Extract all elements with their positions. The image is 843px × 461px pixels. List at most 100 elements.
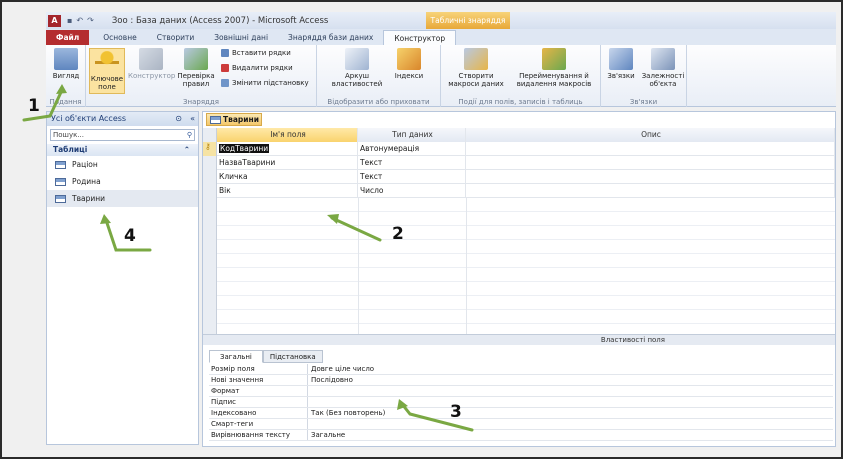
nav-group-label: Таблиці: [53, 145, 88, 154]
data-type-cell[interactable]: Текст: [358, 170, 466, 184]
callout-1: 1: [28, 96, 40, 116]
field-name-cell[interactable]: КодТварини: [217, 142, 358, 156]
tab-home[interactable]: Основне: [93, 30, 146, 45]
modify-lookups-button[interactable]: Змінити підстановку: [221, 79, 309, 87]
create-macros-icon: [464, 48, 488, 70]
undo-icon[interactable]: ↶: [76, 16, 83, 25]
access-app-icon[interactable]: A: [48, 14, 61, 27]
nav-item-ration[interactable]: Раціон: [47, 156, 198, 173]
group-relationships: Зв'язки Залежності об'єкта Зв'язки: [601, 45, 687, 107]
collapse-pane-icon[interactable]: «: [190, 112, 195, 126]
group-label-tools: Знаряддя: [183, 98, 219, 106]
property-value[interactable]: Довге ціле число: [308, 364, 374, 374]
property-row[interactable]: Розмір поля Довге ціле число: [209, 364, 833, 375]
collapse-group-icon[interactable]: ⌃: [184, 144, 190, 156]
contextual-tab-header: Табличні знаряддя: [426, 12, 510, 29]
primary-key-button[interactable]: Ключове поле: [89, 48, 125, 94]
row-selector[interactable]: [203, 184, 217, 198]
property-value[interactable]: Послідовно: [308, 375, 353, 385]
table-icon: [55, 177, 66, 186]
row-selector[interactable]: [203, 156, 217, 170]
property-sheet-button[interactable]: Аркуш властивостей: [331, 48, 383, 88]
nav-item-label: Тварини: [72, 194, 106, 203]
description-cell[interactable]: [466, 156, 835, 170]
description-cell[interactable]: [466, 142, 835, 156]
relationships-button[interactable]: Зв'язки: [603, 48, 639, 80]
property-row[interactable]: Смарт-теги: [209, 419, 833, 430]
window-title: Зоо : База даних (Access 2007) - Microso…: [111, 15, 329, 26]
group-label-views: Подання: [49, 98, 82, 106]
builder-button[interactable]: Конструктор: [128, 48, 175, 80]
table-row[interactable]: Вік Число: [203, 184, 835, 198]
insert-rows-button[interactable]: Вставити рядки: [221, 49, 291, 57]
navigation-pane: Усі об'єкти Access ⊙ « Пошук... ⚲ Таблиц…: [46, 111, 199, 445]
property-value[interactable]: [308, 386, 311, 396]
redo-icon[interactable]: ↷: [87, 16, 94, 25]
field-properties-title: Властивості поля: [203, 334, 835, 345]
nav-pane-header[interactable]: Усі об'єкти Access ⊙ «: [47, 112, 198, 126]
rename-macros-label: Перейменування й видалення макросів: [516, 72, 592, 88]
quick-access-toolbar: ▪ ↶ ↷: [67, 16, 94, 25]
data-type-cell[interactable]: Текст: [358, 156, 466, 170]
data-type-cell[interactable]: Автонумерація: [358, 142, 466, 156]
indexes-button[interactable]: Індекси: [389, 48, 429, 80]
rename-delete-macro-button[interactable]: Перейменування й видалення макросів: [509, 48, 599, 88]
check-icon: [184, 48, 208, 70]
object-dependencies-button[interactable]: Залежності об'єкта: [641, 48, 685, 88]
tab-lookup[interactable]: Підстановка: [262, 350, 323, 363]
modify-lookups-icon: [221, 79, 229, 87]
rename-macro-icon: [542, 48, 566, 70]
property-name: Індексовано: [209, 408, 308, 418]
field-name-cell[interactable]: Кличка: [217, 170, 358, 184]
empty-grid-area[interactable]: [203, 198, 835, 334]
property-row[interactable]: Вирівнювання тексту Загальне: [209, 430, 833, 441]
tab-file[interactable]: Файл: [46, 30, 90, 45]
property-name: Нові значення: [209, 375, 308, 385]
property-row[interactable]: Нові значення Послідовно: [209, 375, 833, 386]
group-label-relationships: Зв'язки: [629, 98, 658, 106]
search-icon[interactable]: ⚲: [187, 130, 192, 140]
property-value[interactable]: [308, 419, 311, 429]
field-name-cell[interactable]: НазваТварини: [217, 156, 358, 170]
description-cell[interactable]: [466, 184, 835, 198]
description-cell[interactable]: [466, 170, 835, 184]
chevron-down-icon[interactable]: ⊙: [175, 112, 182, 126]
save-icon[interactable]: ▪: [67, 16, 72, 25]
row-selector[interactable]: [203, 170, 217, 184]
key-icon: [95, 51, 119, 73]
nav-item-family[interactable]: Родина: [47, 173, 198, 190]
property-row[interactable]: Підпис: [209, 397, 833, 408]
property-value[interactable]: Так (Без повторень): [308, 408, 385, 418]
table-row[interactable]: ⚷ КодТварини Автонумерація: [203, 142, 835, 156]
tab-create[interactable]: Створити: [147, 30, 205, 45]
validate-rules-button[interactable]: Перевірка правил: [176, 48, 216, 88]
table-row[interactable]: НазваТварини Текст: [203, 156, 835, 170]
table-design-view: Тварини Ім'я поля Тип даних Опис ⚷ КодТв…: [202, 111, 836, 447]
field-name-cell[interactable]: Вік: [217, 184, 358, 198]
property-name: Розмір поля: [209, 364, 308, 374]
table-row[interactable]: Кличка Текст: [203, 170, 835, 184]
tab-general[interactable]: Загальні: [209, 350, 263, 363]
document-tab-animals[interactable]: Тварини: [206, 113, 262, 126]
primary-key-indicator-icon[interactable]: ⚷: [203, 142, 217, 156]
delete-rows-button[interactable]: Видалити рядки: [221, 64, 293, 72]
property-row[interactable]: Індексовано Так (Без повторень): [209, 408, 833, 419]
tab-database-tools[interactable]: Знаряддя бази даних: [278, 30, 383, 45]
create-data-macros-button[interactable]: Створити макроси даних: [445, 48, 507, 88]
data-type-cell[interactable]: Число: [358, 184, 466, 198]
property-value[interactable]: Загальне: [308, 430, 345, 440]
group-show-hide: Аркуш властивостей Індекси Відобразити а…: [317, 45, 441, 107]
column-header-description[interactable]: Опис: [466, 128, 835, 142]
field-name-text: КодТварини: [219, 144, 270, 153]
nav-group-tables[interactable]: Таблиці ⌃: [47, 144, 198, 156]
tab-external-data[interactable]: Зовнішні дані: [204, 30, 278, 45]
nav-search-input[interactable]: Пошук... ⚲: [50, 129, 195, 141]
nav-pane-title: Усі об'єкти Access: [51, 114, 127, 123]
property-value[interactable]: [308, 397, 311, 407]
column-header-field-name[interactable]: Ім'я поля: [217, 128, 358, 142]
nav-item-animals[interactable]: Тварини: [47, 190, 198, 207]
column-header-data-type[interactable]: Тип даних: [358, 128, 466, 142]
view-button[interactable]: Вигляд: [49, 48, 83, 80]
property-row[interactable]: Формат: [209, 386, 833, 397]
tab-design[interactable]: Конструктор: [383, 30, 457, 45]
